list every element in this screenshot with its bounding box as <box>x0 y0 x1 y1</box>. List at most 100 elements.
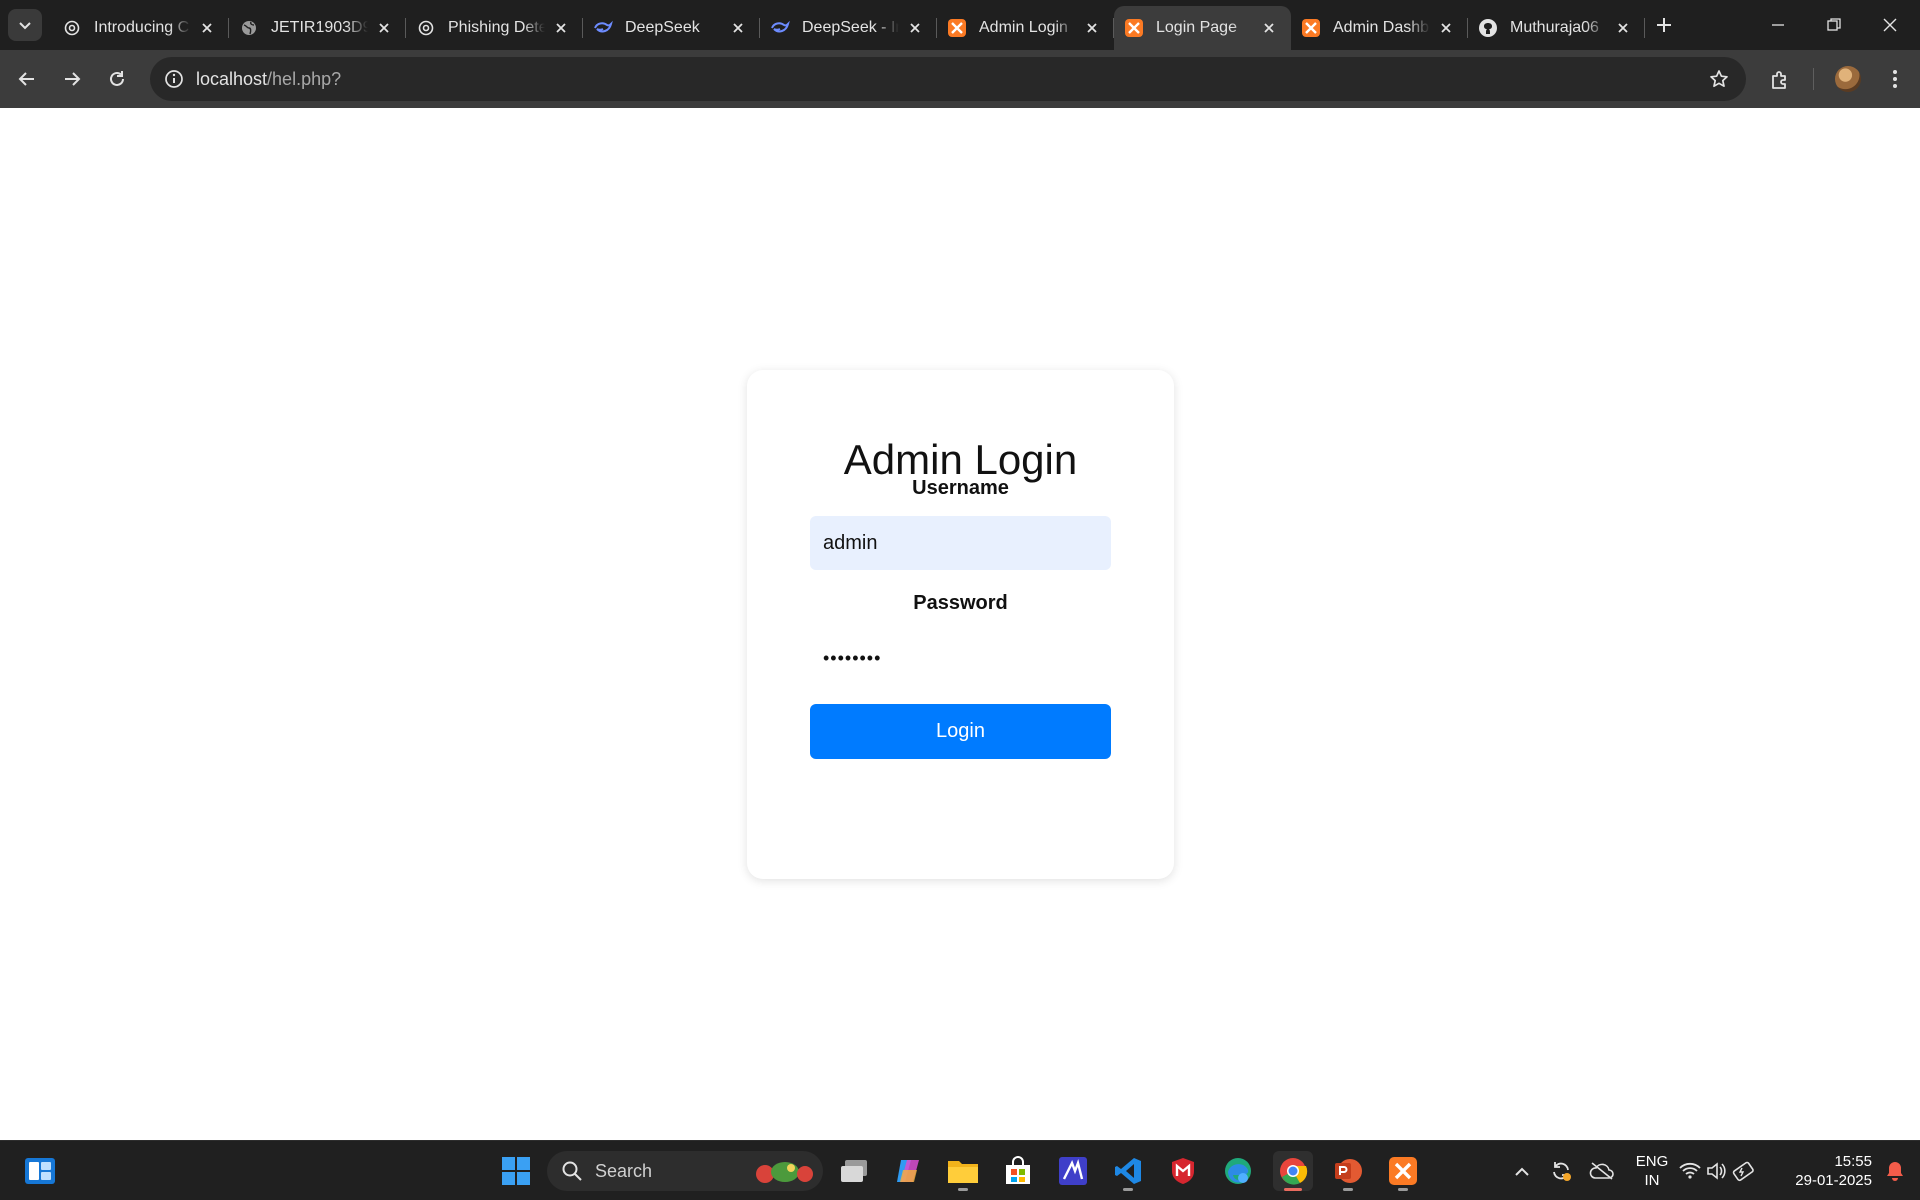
microsoft-store-button[interactable] <box>998 1151 1038 1191</box>
quick-settings-button[interactable] <box>1677 1151 1757 1191</box>
password-label: Password <box>913 592 1008 614</box>
address-bar[interactable]: localhost/hel.php? <box>150 57 1746 101</box>
tab-title: Admin Dashb <box>1333 19 1430 36</box>
chrome-button[interactable] <box>1273 1151 1313 1191</box>
close-icon[interactable] <box>1259 18 1279 38</box>
login-button[interactable]: Login <box>810 704 1111 759</box>
mcafee-button[interactable] <box>1163 1151 1203 1191</box>
powerpoint-button[interactable] <box>1328 1151 1368 1191</box>
edge-icon <box>1225 1158 1251 1184</box>
back-button[interactable] <box>11 63 43 95</box>
url-path: /hel.php? <box>267 69 342 89</box>
forward-button[interactable] <box>56 63 88 95</box>
tab-github[interactable]: Muthuraja06 <box>1468 6 1645 50</box>
close-icon[interactable] <box>1436 18 1456 38</box>
star-icon <box>1710 70 1728 88</box>
volume-icon <box>1707 1162 1726 1180</box>
copilot-button[interactable] <box>888 1151 928 1191</box>
tab-admin-login[interactable]: Admin Login <box>937 6 1114 50</box>
close-icon[interactable] <box>1613 18 1633 38</box>
bookmark-star-button[interactable] <box>1706 66 1732 92</box>
url-text[interactable]: localhost/hel.php? <box>196 69 341 90</box>
language-indicator[interactable]: ENG IN <box>1627 1152 1677 1190</box>
arrow-left-icon <box>18 72 34 86</box>
reload-icon <box>110 71 124 86</box>
sync-status-icon[interactable] <box>1541 1151 1581 1191</box>
tab-title: DeepSeek <box>625 19 700 36</box>
m-app-icon <box>1059 1157 1087 1185</box>
minimize-button[interactable] <box>1750 0 1806 50</box>
tab-introducing[interactable]: Introducing C <box>52 6 229 50</box>
tab-deepseek[interactable]: DeepSeek <box>583 6 760 50</box>
openai-icon <box>416 18 436 38</box>
tab-search-button[interactable] <box>8 9 42 41</box>
tab-jetir[interactable]: JETIR1903D90 <box>229 6 406 50</box>
close-icon[interactable] <box>551 18 571 38</box>
puzzle-icon <box>1772 71 1786 89</box>
folder-icon <box>948 1161 978 1183</box>
chrome-icon <box>1280 1158 1308 1185</box>
close-icon <box>1883 18 1897 32</box>
tab-login-page[interactable]: Login Page <box>1114 6 1291 50</box>
close-icon[interactable] <box>197 18 217 38</box>
tab-deepseek-in[interactable]: DeepSeek - In <box>760 6 937 50</box>
tab-phishing[interactable]: Phishing Dete <box>406 6 583 50</box>
onedrive-icon[interactable] <box>1582 1151 1622 1191</box>
copilot-icon <box>897 1160 919 1182</box>
notifications-button[interactable] <box>1875 1151 1915 1191</box>
tab-title: Login Page <box>1156 19 1237 36</box>
arrow-right-icon <box>65 72 81 86</box>
store-icon <box>1006 1156 1030 1184</box>
show-hidden-icons-button[interactable] <box>1502 1151 1542 1191</box>
username-field[interactable]: admin <box>810 516 1111 570</box>
toolbar-divider <box>1813 68 1814 90</box>
close-window-button[interactable] <box>1862 0 1918 50</box>
edge-button[interactable] <box>1218 1151 1258 1191</box>
reload-button[interactable] <box>101 63 133 95</box>
start-button[interactable] <box>496 1151 536 1191</box>
password-field[interactable]: •••••••• <box>810 631 1111 685</box>
clock-time: 15:55 <box>1834 1153 1872 1170</box>
search-icon <box>562 1161 582 1181</box>
clock[interactable]: 15:55 29-01-2025 <box>1776 1152 1872 1190</box>
plus-icon <box>1657 18 1671 32</box>
vscode-icon <box>1115 1158 1141 1184</box>
vscode-button[interactable] <box>1108 1151 1148 1191</box>
task-view-icon <box>841 1160 867 1182</box>
globe-icon <box>239 18 259 38</box>
extensions-button[interactable] <box>1765 63 1797 95</box>
login-card: Admin Login Username admin Password ••••… <box>747 370 1174 879</box>
profile-avatar[interactable] <box>1835 66 1861 92</box>
xampp-button[interactable] <box>1383 1151 1423 1191</box>
chevron-up-icon <box>1515 1167 1529 1176</box>
close-icon[interactable] <box>728 18 748 38</box>
search-highlight-icon <box>756 1162 813 1183</box>
battery-icon <box>1732 1161 1754 1182</box>
site-info-icon[interactable] <box>160 65 188 93</box>
url-host: localhost <box>196 69 268 89</box>
widgets-button[interactable] <box>20 1151 60 1191</box>
username-label: Username <box>912 477 1009 499</box>
clock-date: 29-01-2025 <box>1795 1172 1872 1189</box>
task-view-button[interactable] <box>834 1151 874 1191</box>
region-code: IN <box>1644 1172 1660 1189</box>
browser-menu-button[interactable] <box>1879 63 1911 95</box>
close-icon[interactable] <box>1082 18 1102 38</box>
close-icon[interactable] <box>905 18 925 38</box>
search-label: Search <box>595 1160 653 1181</box>
tab-title: Admin Login <box>979 19 1068 36</box>
page-viewport: Admin Login Username admin Password ••••… <box>0 108 1920 1140</box>
app-m-button[interactable] <box>1053 1151 1093 1191</box>
xampp-icon <box>1389 1157 1417 1185</box>
xampp-icon <box>1301 18 1321 38</box>
new-tab-button[interactable] <box>1651 12 1677 38</box>
tab-title: JETIR1903D90 <box>271 19 368 36</box>
minimize-icon <box>1772 24 1784 26</box>
file-explorer-button[interactable] <box>943 1151 983 1191</box>
close-icon[interactable] <box>374 18 394 38</box>
taskbar-search[interactable]: Search <box>547 1151 823 1191</box>
powerpoint-icon <box>1335 1159 1362 1183</box>
tab-title: Muthuraja06 <box>1510 19 1599 36</box>
restore-button[interactable] <box>1806 0 1862 50</box>
tab-admin-dashboard[interactable]: Admin Dashb <box>1291 6 1468 50</box>
